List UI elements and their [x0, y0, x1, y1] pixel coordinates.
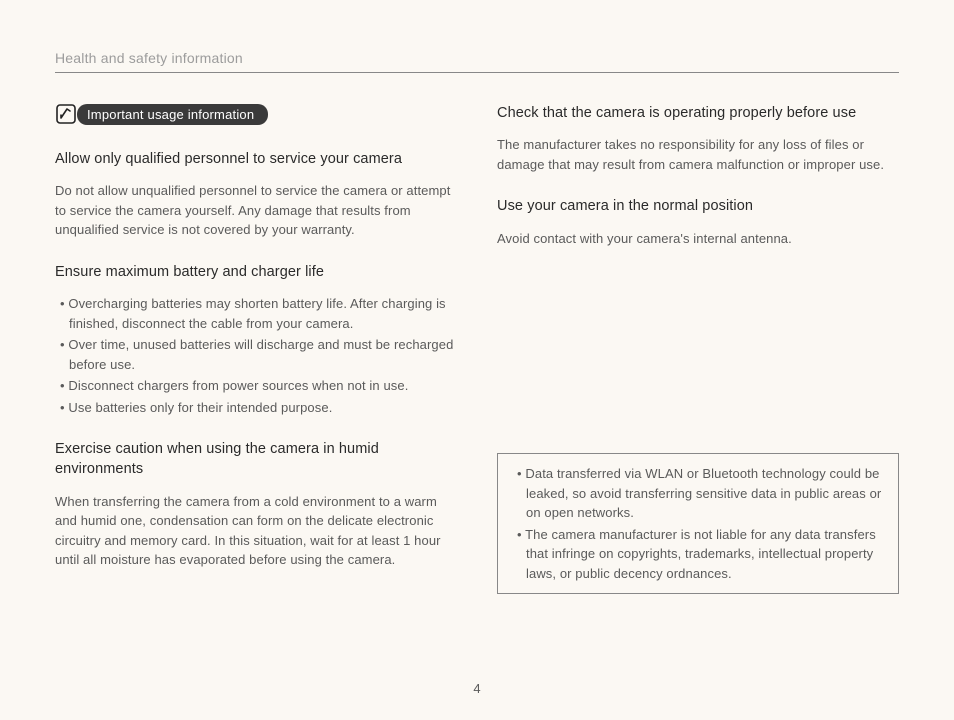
list-item: Disconnect chargers from power sources w…	[55, 376, 457, 396]
section-heading-humid: Exercise caution when using the camera i…	[55, 439, 457, 480]
content-columns: Important usage information Allow only q…	[55, 103, 899, 594]
section-heading-battery: Ensure maximum battery and charger life	[55, 262, 457, 282]
section-heading-qualified: Allow only qualified personnel to servic…	[55, 149, 457, 169]
page-number: 4	[0, 681, 954, 696]
list-item: The camera manufacturer is not liable fo…	[512, 525, 884, 584]
right-column: Check that the camera is operating prope…	[497, 103, 899, 594]
list-item: Over time, unused batteries will dischar…	[55, 335, 457, 374]
section-body: Avoid contact with your camera's interna…	[497, 229, 899, 249]
section-heading-position: Use your camera in the normal position	[497, 196, 899, 216]
info-box: Data transferred via WLAN or Bluetooth t…	[497, 453, 899, 594]
note-icon	[55, 103, 77, 125]
list-item: Overcharging batteries may shorten batte…	[55, 294, 457, 333]
left-column: Important usage information Allow only q…	[55, 103, 457, 594]
section-heading-check: Check that the camera is operating prope…	[497, 103, 899, 123]
section-body: The manufacturer takes no responsibility…	[497, 135, 899, 174]
battery-list: Overcharging batteries may shorten batte…	[55, 294, 457, 417]
section-body: When transferring the camera from a cold…	[55, 492, 457, 570]
badge-wrap: Important usage information	[55, 103, 457, 125]
list-item: Data transferred via WLAN or Bluetooth t…	[512, 464, 884, 523]
important-badge: Important usage information	[77, 104, 268, 125]
section-body: Do not allow unqualified personnel to se…	[55, 181, 457, 240]
info-box-list: Data transferred via WLAN or Bluetooth t…	[512, 464, 884, 583]
list-item: Use batteries only for their intended pu…	[55, 398, 457, 418]
page-header: Health and safety information	[55, 50, 899, 73]
